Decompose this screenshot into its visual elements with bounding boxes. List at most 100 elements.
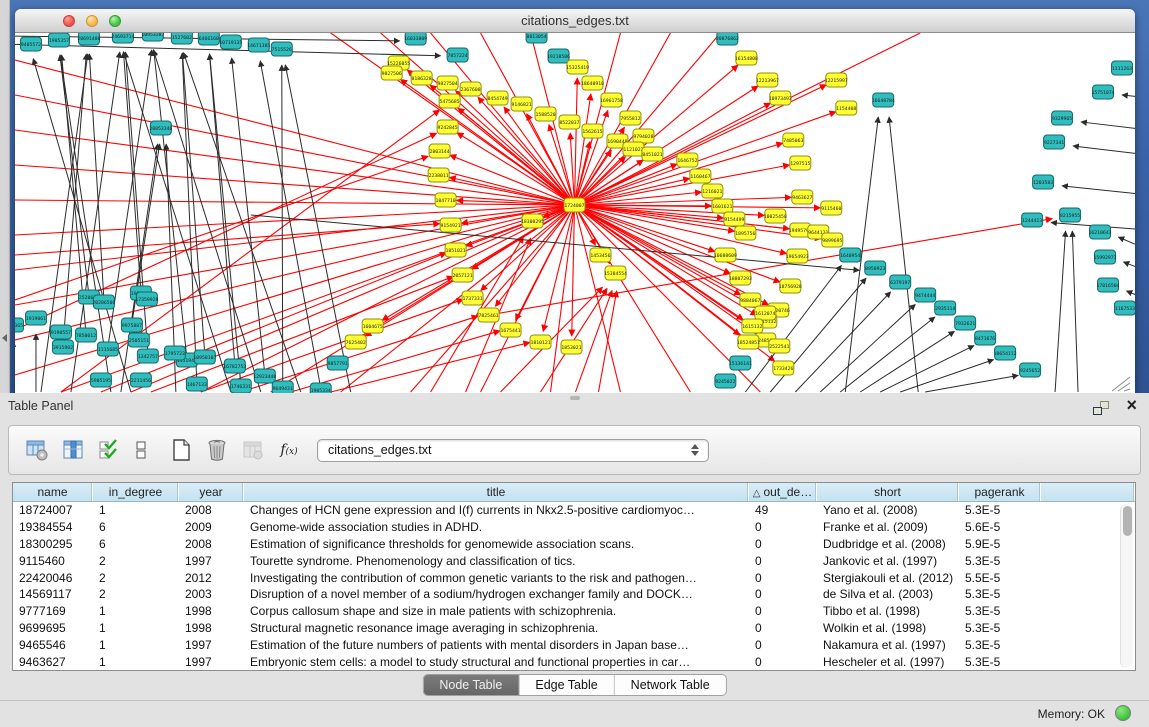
panel-collapse-arrow-icon[interactable] [2,334,7,342]
table-cell[interactable]: Hescheler et al. (1997) [817,654,959,671]
table-cell[interactable]: Genome-wide association studies in ADHD. [244,519,749,536]
graph-node[interactable]: 1604675 [362,319,383,333]
graph-node[interactable]: 1297515 [790,156,811,170]
graph-node[interactable]: 9463627 [792,190,813,204]
row-height-icon[interactable] [127,436,155,464]
table-cell[interactable]: 9115460 [13,553,93,570]
graph-node[interactable]: 9115460 [821,201,842,215]
graph-node[interactable]: 18300295 [521,214,544,228]
table-cell[interactable]: 19384554 [13,519,93,536]
graph-node[interactable]: 7857224 [447,48,468,62]
graph-node[interactable]: 9227341 [1044,135,1065,149]
graph-node[interactable]: 8186328 [411,71,432,85]
select-rows-icon[interactable] [95,436,123,464]
graph-node[interactable]: 16648784 [872,93,895,107]
column-header-title[interactable]: title [244,483,749,501]
table-cell[interactable]: 0 [749,586,817,603]
graph-node[interactable]: 20206506 [92,295,115,309]
graph-node[interactable]: 9649431 [272,381,293,393]
graph-node[interactable]: 1562615 [582,124,603,138]
graph-node[interactable]: 6379197 [890,275,911,289]
table-cell[interactable]: 5.3E-5 [959,654,1041,671]
graph-node[interactable]: 1216021 [702,184,723,198]
table-cell[interactable]: 0 [749,620,817,637]
graph-node[interactable]: 1905357 [48,33,69,47]
column-header-name[interactable]: name [13,483,93,501]
graph-node[interactable]: 9154499 [724,212,745,226]
table-cell[interactable]: Embryonic stem cells: a model to study s… [244,654,749,671]
graph-node[interactable]: 16210643 [1089,225,1112,239]
table-cell[interactable]: 1997 [179,553,244,570]
graph-node[interactable]: 9899695 [822,233,843,247]
graph-node[interactable]: 12923448 [253,369,276,383]
graph-node[interactable]: 1467133 [186,377,207,391]
table-cell[interactable]: Changes of HCN gene expression and I(f) … [244,502,749,519]
table-row[interactable]: 946554611997Estimation of the future num… [13,637,1135,654]
table-row[interactable]: 911546021997Tourette syndrome. Phenomeno… [13,553,1135,570]
table-cell[interactable]: 5.3E-5 [959,637,1041,654]
show-columns-icon[interactable] [59,436,87,464]
graph-node[interactable]: 17359928 [135,292,158,306]
graph-node[interactable]: 9857791 [327,356,348,370]
table-cell[interactable]: 2008 [179,502,244,519]
table-cell[interactable]: Estimation of significance thresholds fo… [244,536,749,553]
graph-node[interactable]: 1615132 [742,319,763,333]
graph-node[interactable]: 9245652 [1020,363,1041,377]
graph-node[interactable]: 1219365 [15,318,23,332]
table-cell[interactable]: Corpus callosum shape and size in male p… [244,603,749,620]
table-cell[interactable]: 6 [93,536,179,553]
table-cell[interactable]: 1997 [179,654,244,671]
graph-node[interactable]: 1737331 [462,291,483,305]
graph-node[interactable]: 1111263 [1112,61,1133,75]
table-cell[interactable]: 1 [93,502,179,519]
table-cell[interactable]: 5.6E-5 [959,519,1041,536]
graph-node[interactable]: 9975887 [121,318,142,332]
column-header-year[interactable]: year [179,483,244,501]
graph-node[interactable]: 18756928 [779,279,802,293]
table-cell[interactable]: 0 [749,637,817,654]
graph-node[interactable]: 10025458 [764,209,787,223]
column-header-pagerank[interactable]: pagerank [959,483,1041,501]
graph-node[interactable]: 16033809 [404,33,427,45]
delete-table-icon[interactable] [203,436,231,464]
table-cell[interactable]: Nakamura et al. (1997) [817,637,959,654]
table-cell[interactable]: 5.3E-5 [959,620,1041,637]
graph-node[interactable]: 10958107 [193,350,216,364]
table-cell[interactable]: 5.5E-5 [959,570,1041,587]
graph-node[interactable]: 1675441 [500,323,521,337]
table-row[interactable]: 977716911998Corpus callosum shape and si… [13,603,1135,620]
graph-node[interactable]: 9474444 [915,288,936,302]
table-cell[interactable]: 5.3E-5 [959,553,1041,570]
table-settings-icon[interactable] [23,436,51,464]
graph-node[interactable]: 7485063 [783,133,804,147]
graph-node[interactable]: 17016504 [1097,278,1120,292]
graph-node[interactable]: 18807293 [729,271,752,285]
graph-node[interactable]: 2803144 [429,144,450,158]
graph-node[interactable]: 10719135 [219,35,242,49]
table-cell[interactable]: 2 [93,586,179,603]
graph-node[interactable]: 7955812 [620,111,641,125]
table-cell[interactable]: 9465546 [13,637,93,654]
table-cell[interactable]: 18300295 [13,536,93,553]
table-cell[interactable]: 49 [749,502,817,519]
close-panel-icon[interactable]: × [1126,395,1137,415]
network-window-titlebar[interactable]: citations_edges.txt [15,9,1135,33]
table-cell[interactable]: 5.3E-5 [959,603,1041,620]
graph-node[interactable]: 9146821 [511,97,532,111]
graph-node[interactable]: 8813054 [526,33,547,43]
column-header-in-degree[interactable]: in_degree [93,483,179,501]
table-cell[interactable]: Yano et al. (2008) [817,502,959,519]
graph-node[interactable]: 7625402 [345,335,366,349]
graph-node[interactable]: 8451021 [642,147,663,161]
table-scrollbar[interactable] [1120,504,1133,668]
table-cell[interactable]: Tibbo et al. (1998) [817,603,959,620]
function-builder-icon[interactable]: f(x) [275,436,303,464]
graph-node[interactable]: 9154921 [440,218,461,232]
table-cell[interactable]: 2 [93,570,179,587]
graph-node[interactable]: 16154808 [735,51,758,65]
graph-node[interactable]: 19654923 [786,249,809,263]
network-window[interactable]: citations_edges.txt 94055721905357206914… [15,9,1135,393]
graph-node[interactable]: 7825461 [478,308,499,322]
tab-edge-table[interactable]: Edge Table [519,675,614,695]
graph-node[interactable]: 9242845 [437,120,458,134]
